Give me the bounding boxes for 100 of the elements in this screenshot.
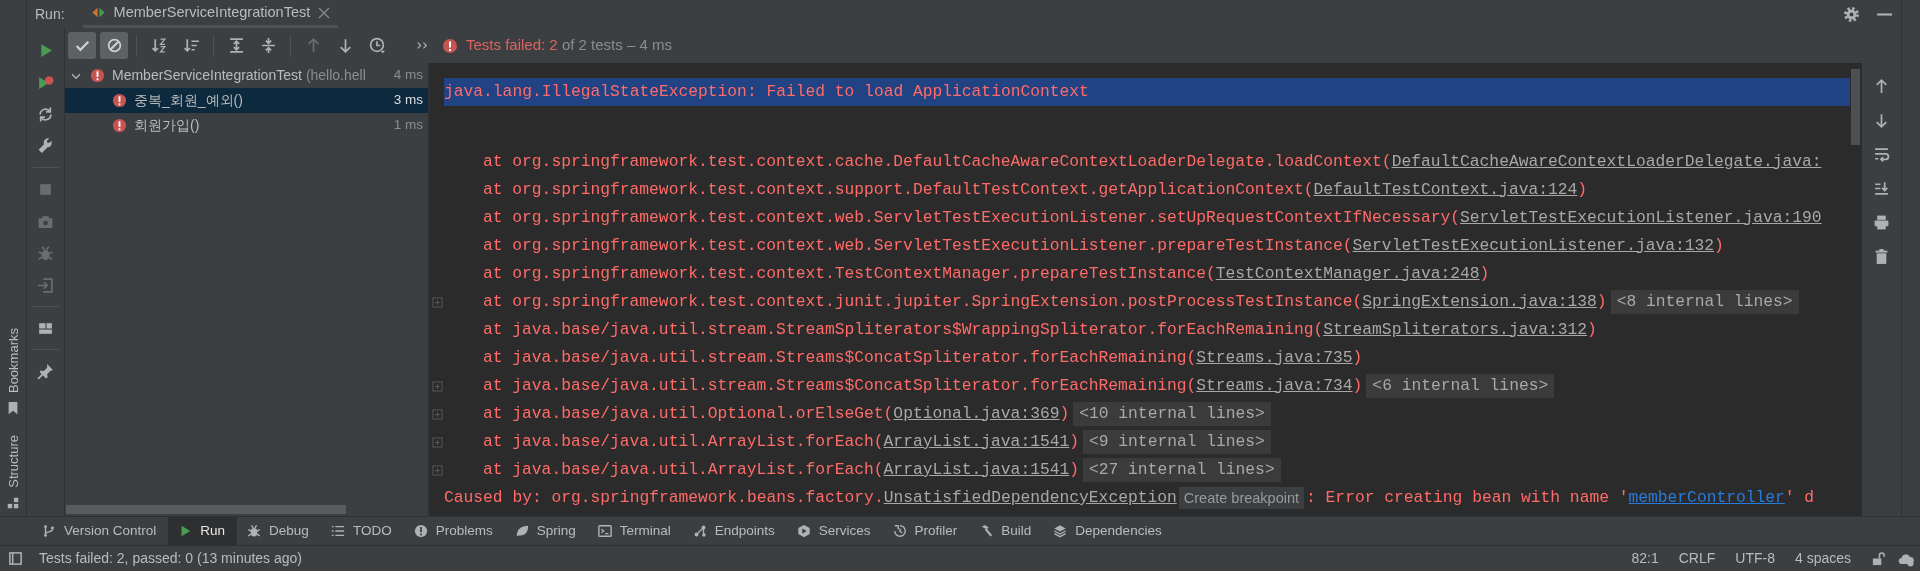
duration: 4 ms [392, 66, 423, 85]
package-name: (hello.hell [305, 66, 366, 85]
stack-trace-line: at java.base/java.util.stream.StreamSpliterators$WrappingSpliterator.forEachRemaining(StreamSpliterators.java:312) [483, 318, 1597, 341]
side-tab[interactable]: Bookmarks [6, 328, 20, 416]
wrench-icon[interactable] [37, 137, 54, 155]
tool-window-tab[interactable]: Dependencies [1043, 517, 1174, 545]
tool-window-tab[interactable]: Debug [237, 517, 321, 545]
history-icon[interactable] [368, 37, 386, 54]
stack-trace-line: at org.springframework.test.context.junit.jupiter.SpringExtension.postProcessTestInstance(SpringExtension.java:138) [483, 290, 1607, 313]
folded-lines[interactable]: <27 internal lines> [1083, 458, 1281, 482]
stack-trace-line: at java.base/java.util.stream.Streams$ConcatSpliterator.forEachRemaining(Streams.java:735) [483, 346, 1363, 369]
folded-lines[interactable]: <8 internal lines> [1610, 290, 1799, 314]
expand-icon[interactable] [227, 37, 245, 54]
pin-icon[interactable] [37, 362, 54, 380]
source-link[interactable]: TestContextManager.java:248 [1215, 263, 1480, 283]
stack-trace-line: at org.springframework.test.context.cache.DefaultCacheAwareContextLoaderDelegate.loadContext(DefaultCacheAwareContextLoaderDelegate.java: [483, 150, 1822, 173]
sort-icon[interactable] [150, 37, 168, 54]
arrow-down-icon[interactable] [1873, 111, 1890, 129]
tool-window-tab[interactable]: Profiler [882, 517, 970, 545]
tooltip: Create breakpoint [1178, 487, 1305, 509]
source-link[interactable]: UnsatisfiedDependencyException [883, 487, 1177, 507]
source-link[interactable]: ArrayList.java:1541 [883, 431, 1070, 451]
status-item[interactable]: 4 spaces [1794, 548, 1851, 569]
branch-icon [42, 524, 56, 538]
stack-trace-line: at java.base/java.util.stream.Streams$ConcatSpliterator.forEachRemaining(Streams.java:734) [483, 374, 1363, 397]
duration: 1 ms [392, 116, 423, 135]
toolbar-button[interactable] [68, 32, 96, 59]
stack-trace-line: at java.base/java.util.Optional.orElseGet(Optional.java:369) [483, 402, 1070, 425]
tool-window-tab[interactable]: Spring [504, 517, 588, 545]
info-icon [413, 524, 428, 538]
tool-window-tab[interactable]: Version Control [32, 517, 169, 545]
source-link[interactable]: DefaultTestContext.java:124 [1313, 179, 1578, 199]
trash-icon[interactable] [1873, 247, 1890, 265]
tree-item[interactable]: MemberServiceIntegrationTest (hello.hell 4 ms [65, 63, 428, 88]
services-icon [796, 524, 811, 538]
tool-window-tab[interactable]: Build [969, 517, 1044, 545]
folded-lines[interactable]: <6 internal lines> [1366, 374, 1555, 398]
play-error-icon[interactable] [37, 73, 54, 91]
tool-window-tab[interactable]: TODO [320, 517, 404, 545]
settings-icon[interactable] [1843, 5, 1860, 23]
bean-link[interactable]: memberController [1628, 487, 1785, 507]
layers-icon [1053, 524, 1068, 538]
tree-item[interactable]: 회원가입() 1 ms [65, 113, 428, 138]
source-link[interactable]: Streams.java:735 [1196, 347, 1353, 367]
source-link[interactable]: Streams.java:734 [1196, 375, 1353, 395]
source-link[interactable]: ServletTestExecutionListener.java:132 [1352, 235, 1715, 255]
tool-window-tab[interactable]: Run [168, 517, 238, 545]
print-icon[interactable] [1873, 213, 1890, 231]
tree-item[interactable]: 중복_회원_예외() 3 ms [65, 88, 428, 113]
stack-trace-line: at java.base/java.util.ArrayList.forEach(ArrayList.java:1541) [483, 458, 1079, 481]
test-summary: Tests failed: 2 of 2 tests – 4 ms [466, 35, 672, 56]
tool-window-tab[interactable]: Terminal [587, 517, 683, 545]
source-link[interactable]: StreamSpliterators.java:312 [1323, 319, 1588, 339]
test-name: MemberServiceIntegrationTest [112, 66, 302, 85]
test-name: 회원가입() [134, 116, 200, 135]
refresh-icon[interactable] [37, 105, 54, 123]
stack-trace-line: at org.springframework.test.context.web.ServletTestExecutionListener.prepareTestInstance(ServletTestExecutionListener.java:132) [483, 234, 1724, 257]
run-config-tab[interactable]: MemberServiceIntegrationTest [82, 0, 339, 28]
bug-icon [247, 524, 262, 538]
nodes-icon [692, 524, 707, 538]
source-link[interactable]: ArrayList.java:1541 [883, 459, 1070, 479]
structure-icon [6, 496, 20, 510]
close-icon[interactable] [318, 6, 331, 19]
status-item[interactable]: 82:1 [1631, 548, 1659, 569]
test-name: 중복_회원_예외() [134, 91, 243, 110]
collapse-icon[interactable] [259, 37, 277, 54]
arrow-up-icon[interactable] [1873, 77, 1890, 95]
toolbar-button[interactable] [100, 32, 128, 59]
stack-trace-line: Caused by: org.springframework.beans.factory.UnsatisfiedDependencyException [444, 486, 1177, 509]
leaf-icon [514, 524, 529, 538]
scrollbar[interactable] [1851, 69, 1860, 145]
sort-bars-icon[interactable] [182, 37, 200, 54]
panel-icon[interactable] [8, 551, 23, 566]
source-link[interactable]: SpringExtension.java:138 [1362, 291, 1597, 311]
scrollbar[interactable] [66, 505, 346, 514]
tool-window-tab[interactable]: Problems [403, 517, 505, 545]
source-link[interactable]: DefaultCacheAwareContextLoaderDelegate.java: [1391, 151, 1822, 171]
stack-trace-line: at org.springframework.test.context.support.DefaultTestContext.getApplicationContext(DefaultTestContext.java:124) [483, 178, 1588, 201]
stack-trace-line: at org.springframework.test.context.TestContextManager.prepareTestInstance(TestContextManager.java:248) [483, 262, 1490, 285]
stack-trace-line: at org.springframework.test.context.web.ServletTestExecutionListener.setUpRequestContextIfNecessary(ServletTestExecutionListener.java:190 [483, 206, 1822, 229]
source-link[interactable]: Optional.java:369 [893, 403, 1060, 423]
status-item[interactable]: UTF-8 [1735, 548, 1775, 569]
tool-window-tab[interactable]: Endpoints [682, 517, 787, 545]
source-link[interactable]: ServletTestExecutionListener.java:190 [1460, 207, 1822, 227]
wrap-icon[interactable] [1873, 145, 1890, 163]
folded-lines[interactable]: <10 internal lines> [1073, 402, 1271, 426]
terminal-icon [597, 524, 612, 538]
tool-window-tab[interactable]: Services [786, 517, 883, 545]
panel-title: Run: [35, 4, 65, 24]
stack-trace-line: : Error creating bean with name 'memberController' d [1306, 486, 1815, 509]
folded-lines[interactable]: <9 internal lines> [1083, 430, 1271, 454]
profiler-icon [892, 524, 907, 538]
status-item[interactable]: CRLF [1678, 548, 1716, 569]
bookmark-icon [6, 401, 20, 416]
scroll-end-icon[interactable] [1873, 179, 1890, 197]
status-message: Tests failed: 2, passed: 0 (13 minutes ago) [39, 549, 303, 568]
side-tab[interactable]: Structure [6, 435, 20, 510]
cancel-icon[interactable] [105, 37, 123, 54]
lock-icon[interactable] [1871, 551, 1886, 566]
triangles-icon [90, 5, 106, 20]
